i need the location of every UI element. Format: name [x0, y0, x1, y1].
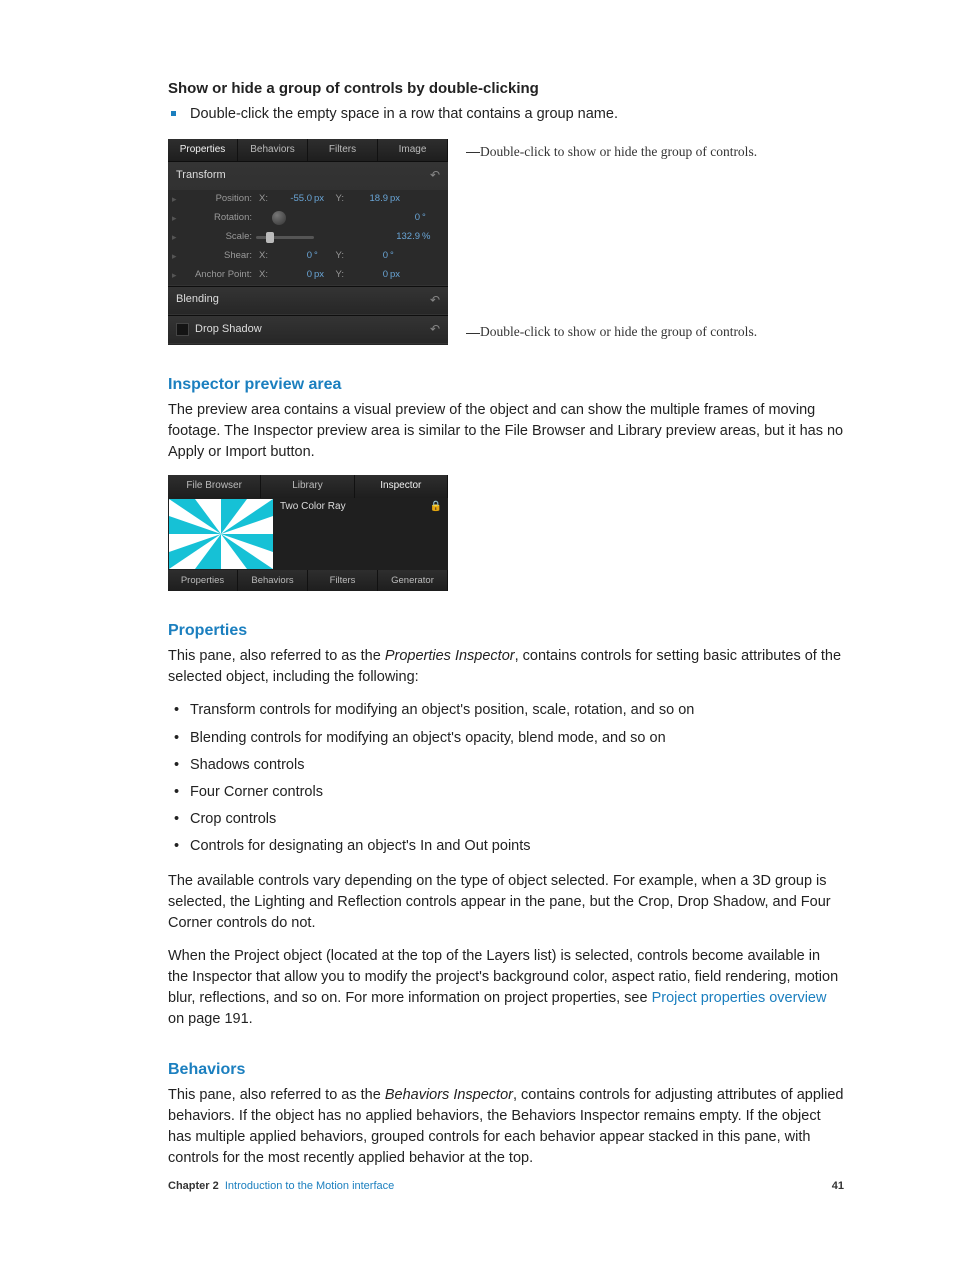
- footer-chapter-title[interactable]: Introduction to the Motion interface: [225, 1180, 394, 1192]
- para-properties-intro: This pane, also referred to as the Prope…: [168, 646, 844, 688]
- properties-list: Transform controls for modifying an obje…: [168, 700, 844, 856]
- row-anchor: ▸ Anchor Point: X: 0px Y: 0px: [168, 266, 448, 285]
- heading-inspector-preview: Inspector preview area: [168, 373, 844, 396]
- dropshadow-checkbox[interactable]: [176, 323, 189, 336]
- inspector-panel: Properties Behaviors Filters Image Trans…: [168, 139, 448, 345]
- list-item: Crop controls: [168, 809, 844, 830]
- subtab-behaviors[interactable]: Behaviors: [238, 570, 308, 592]
- disclosure-icon[interactable]: ▸: [172, 212, 188, 225]
- list-item: Transform controls for modifying an obje…: [168, 700, 844, 721]
- footer-page-number: 41: [832, 1179, 844, 1195]
- figure-preview-area: File Browser Library Inspector: [168, 475, 448, 591]
- disclosure-icon[interactable]: ▸: [172, 250, 188, 263]
- scale-slider[interactable]: [256, 236, 314, 239]
- subtab-generator[interactable]: Generator: [378, 570, 448, 592]
- callout-top: Double-click to show or hide the group o…: [466, 143, 757, 161]
- page-footer: Chapter 2 Introduction to the Motion int…: [168, 1179, 844, 1195]
- group-dropshadow-label: Drop Shadow: [195, 322, 262, 338]
- rotation-dial[interactable]: [272, 211, 286, 225]
- section-heading-show-hide: Show or hide a group of controls by doub…: [168, 78, 844, 100]
- disclosure-icon[interactable]: ▸: [172, 231, 188, 244]
- callout-bottom: Double-click to show or hide the group o…: [466, 323, 757, 341]
- list-item: Blending controls for modifying an objec…: [168, 728, 844, 749]
- two-color-ray-icon: [169, 499, 273, 569]
- subtab-filters[interactable]: Filters: [308, 570, 378, 592]
- bullet-doubleclick: Double-click the empty space in a row th…: [168, 104, 844, 125]
- row-scale: ▸ Scale: 132.9%: [168, 228, 448, 247]
- row-shear: ▸ Shear: X: 0° Y: 0°: [168, 247, 448, 266]
- group-blending-label: Blending: [176, 292, 219, 308]
- group-transform-label: Transform: [176, 168, 226, 184]
- tab-library[interactable]: Library: [261, 475, 354, 498]
- reset-icon[interactable]: ↶: [430, 292, 440, 309]
- group-blending[interactable]: Blending ↶: [168, 286, 448, 315]
- tab-properties[interactable]: Properties: [168, 139, 238, 162]
- subtab-properties[interactable]: Properties: [168, 570, 238, 592]
- reset-icon[interactable]: ↶: [430, 321, 440, 338]
- para-properties-2: The available controls vary depending on…: [168, 871, 844, 934]
- tab-image[interactable]: Image: [378, 139, 448, 162]
- list-item: Four Corner controls: [168, 782, 844, 803]
- list-item: Controls for designating an object's In …: [168, 836, 844, 857]
- para-behaviors: This pane, also referred to as the Behav…: [168, 1085, 844, 1169]
- disclosure-icon[interactable]: ▸: [172, 193, 188, 206]
- group-dropshadow[interactable]: Drop Shadow ↶: [168, 315, 448, 344]
- tab-filebrowser[interactable]: File Browser: [168, 475, 261, 498]
- heading-behaviors: Behaviors: [168, 1058, 844, 1081]
- inspector-tabs: Properties Behaviors Filters Image: [168, 139, 448, 162]
- link-project-properties[interactable]: Project properties overview: [652, 990, 827, 1006]
- preview-title: Two Color Ray: [280, 500, 346, 568]
- lock-icon: 🔒: [430, 500, 442, 568]
- group-transform[interactable]: Transform ↶ ▸ Position: X: -55.0px Y: 18…: [168, 161, 448, 285]
- tab-behaviors[interactable]: Behaviors: [238, 139, 308, 162]
- row-position: ▸ Position: X: -55.0px Y: 18.9px: [168, 190, 448, 209]
- para-properties-3: When the Project object (located at the …: [168, 946, 844, 1030]
- list-item: Shadows controls: [168, 755, 844, 776]
- heading-properties: Properties: [168, 619, 844, 642]
- para-preview: The preview area contains a visual previ…: [168, 400, 844, 463]
- tab-filters[interactable]: Filters: [308, 139, 378, 162]
- reset-icon[interactable]: ↶: [430, 167, 440, 184]
- preview-thumbnail: [169, 499, 273, 569]
- tab-inspector[interactable]: Inspector: [355, 475, 448, 498]
- disclosure-icon[interactable]: ▸: [172, 269, 188, 282]
- footer-chapter: Chapter 2: [168, 1180, 219, 1192]
- row-rotation: ▸ Rotation: 0°: [168, 209, 448, 228]
- figure-inspector-panel: Properties Behaviors Filters Image Trans…: [168, 139, 844, 345]
